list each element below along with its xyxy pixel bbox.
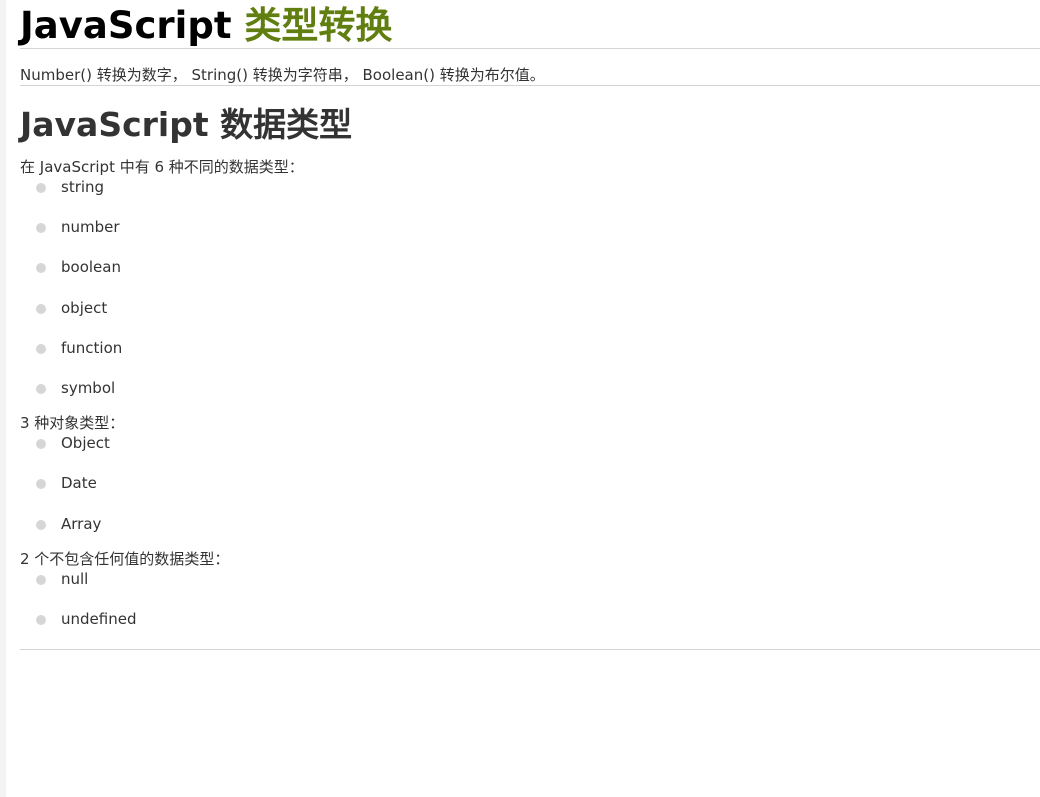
list-item: object (20, 298, 1040, 338)
bullet-icon (36, 614, 46, 625)
divider (20, 649, 1040, 651)
list-item-label: Date (61, 474, 97, 493)
list-item-label: function (61, 338, 123, 357)
article-content: JavaScript 类型转换 Number() 转换为数字， String()… (20, 0, 1040, 651)
bullet-icon (36, 223, 46, 234)
bullet-icon (36, 519, 46, 530)
bullet-icon (36, 343, 46, 354)
page: JavaScript 类型转换 Number() 转换为数字， String()… (0, 0, 1040, 797)
list-item: string (20, 177, 1040, 217)
object-types-list: Object Date Array (20, 433, 1040, 554)
divider (20, 48, 1040, 49)
list-item-label: null (61, 569, 89, 588)
left-border (0, 0, 6, 797)
six-types-text: 在 JavaScript 中有 6 种不同的数据类型： (20, 158, 304, 176)
list-item-label: Object (61, 434, 110, 453)
list-item-label: number (61, 218, 120, 237)
page-title: JavaScript 类型转换 (20, 0, 1040, 48)
page-title-highlight: 类型转换 (244, 4, 393, 47)
valueless-types-list: null undefined (20, 569, 1040, 649)
bullet-icon (36, 439, 46, 450)
bullet-icon (36, 479, 46, 490)
page-title-prefix: JavaScript (20, 4, 232, 47)
bullet-icon (36, 303, 46, 314)
six-types-list: string number boolean object function sy… (20, 177, 1040, 418)
list-item-label: undefined (61, 609, 137, 628)
list-item: symbol (20, 378, 1040, 418)
list-item-label: string (61, 178, 105, 196)
bullet-icon (36, 383, 46, 394)
list-item-label: object (61, 298, 108, 317)
list-item: Array (20, 514, 1040, 554)
list-item-label: boolean (61, 258, 121, 277)
list-item: function (20, 338, 1040, 378)
list-item: undefined (20, 609, 1040, 649)
list-item: null (20, 569, 1040, 609)
list-item: Date (20, 473, 1040, 513)
list-item-label: symbol (61, 378, 116, 397)
list-item-label: Array (61, 514, 102, 533)
list-item: Object (20, 433, 1040, 473)
intro-text: Number() 转换为数字， String() 转换为字符串， Boolean… (20, 66, 545, 84)
bullet-icon (36, 183, 46, 193)
divider (20, 85, 1040, 86)
bullet-icon (36, 574, 46, 585)
bullet-icon (36, 263, 46, 274)
list-item: boolean (20, 257, 1040, 297)
section-title: JavaScript 数据类型 (20, 105, 353, 144)
list-item: number (20, 217, 1040, 257)
